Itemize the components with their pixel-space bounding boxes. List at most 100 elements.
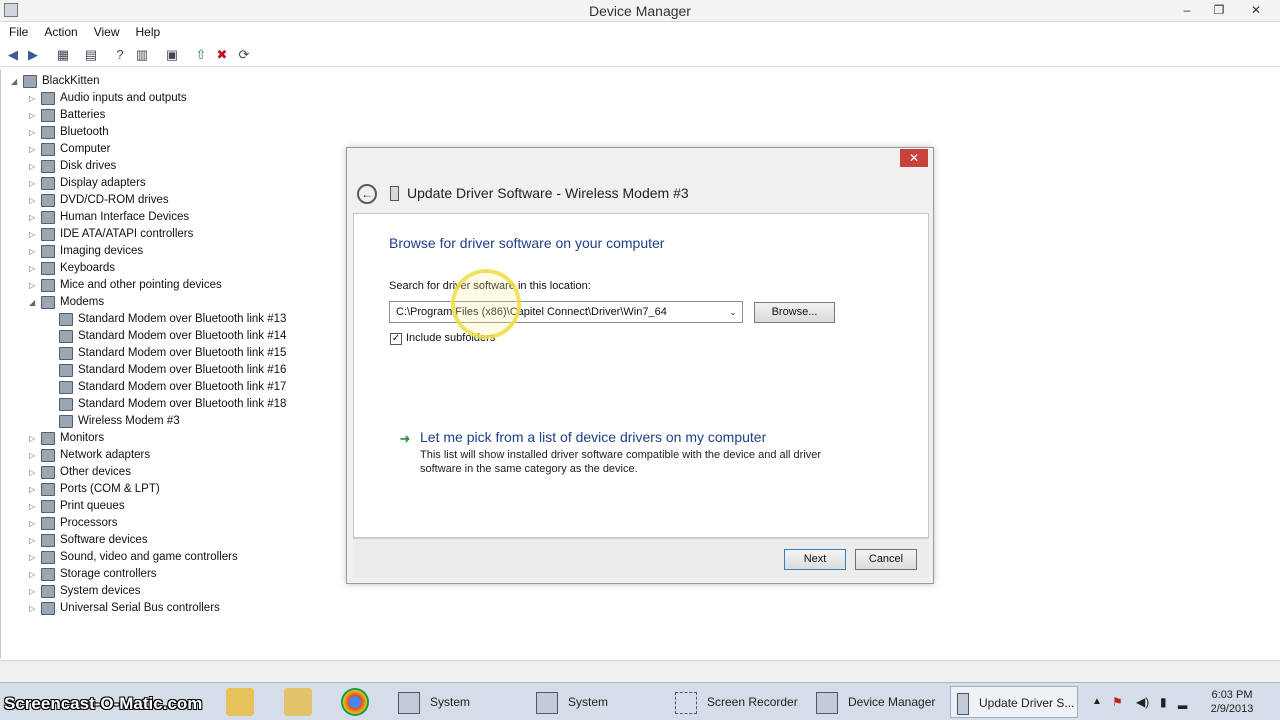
expand-arrow-icon[interactable]: ▷ [29,192,39,209]
expand-arrow-icon[interactable]: ▷ [29,277,39,294]
dialog-back-button[interactable]: ← [357,184,377,204]
maximize-button[interactable]: ❐ [1204,0,1234,20]
expand-arrow-icon[interactable]: ▷ [29,549,39,566]
forward-icon[interactable]: ▶ [25,47,41,63]
menu-file[interactable]: File [0,22,35,39]
expand-arrow-icon[interactable]: ▷ [29,243,39,260]
expand-arrow-icon[interactable]: ▷ [29,583,39,600]
device-category-icon [41,466,55,479]
browse-button[interactable]: Browse... [754,302,835,323]
network-icon[interactable]: ▂ [1178,686,1187,718]
close-button[interactable]: ✕ [1236,0,1276,20]
cancel-button[interactable]: Cancel [855,549,917,570]
back-icon[interactable]: ◀ [5,47,21,63]
tree-item-label: IDE ATA/ATAPI controllers [60,228,194,240]
expand-arrow-icon[interactable]: ▷ [29,124,39,141]
tree-item-label: Mice and other pointing devices [60,279,222,291]
collapse-arrow-icon[interactable]: ◢ [29,294,39,311]
expand-arrow-icon[interactable]: ▷ [29,175,39,192]
update-driver-task-icon [957,692,969,715]
chevron-up-icon[interactable]: ▲ [1092,686,1102,718]
task-device-manager[interactable]: Device Manager [816,686,935,718]
system-icon [398,691,420,714]
next-button[interactable]: Next [784,549,846,570]
device-category-icon [41,194,55,207]
expand-arrow-icon[interactable]: ▷ [29,90,39,107]
device-category-icon [41,177,55,190]
volume-icon[interactable]: ◀) [1136,686,1149,718]
tree-item-label: Network adapters [60,449,151,461]
expand-arrow-icon[interactable]: ▷ [29,260,39,277]
chevron-down-icon[interactable]: ⌄ [726,304,740,320]
expand-arrow-icon[interactable]: ▷ [29,158,39,175]
expand-arrow-icon[interactable]: ▷ [29,226,39,243]
tree-item-label: Imaging devices [60,245,144,257]
expand-arrow-icon[interactable]: ▷ [29,464,39,481]
chrome-pin-icon[interactable] [341,688,369,716]
collapse-arrow-icon[interactable]: ◢ [11,73,21,90]
menu-help[interactable]: Help [127,22,168,39]
menu-action[interactable]: Action [35,22,84,39]
expand-arrow-icon[interactable]: ▷ [29,481,39,498]
update-driver-dialog: ✕ ← Update Driver Software - Wireless Mo… [346,147,934,584]
device-category-icon [41,483,55,496]
explorer-pin-icon[interactable] [226,688,254,716]
expand-arrow-icon[interactable]: ▷ [29,566,39,583]
properties-icon[interactable]: ▤ [83,47,99,63]
device-category-icon [41,262,55,275]
folder-pin-icon[interactable] [284,688,312,716]
expand-arrow-icon[interactable]: ▷ [29,532,39,549]
driver-path-input[interactable]: C:\Program Files (x86)\Capitel Connect\D… [389,301,743,323]
device-category-icon [41,211,55,224]
pick-from-list-description: This list will show installed driver sof… [420,449,822,475]
tree-item-label: Standard Modem over Bluetooth link #14 [78,330,287,342]
device-category-icon [59,347,73,360]
pick-from-list-link[interactable]: Let me pick from a list of device driver… [420,429,766,445]
task-system-1[interactable]: System [398,686,470,718]
expand-arrow-icon[interactable]: ▷ [29,209,39,226]
tree-item-label: Processors [60,517,118,529]
tree-item-label: BlackKitten [42,75,100,87]
view-icon[interactable]: ▥ [134,47,150,63]
battery-icon[interactable]: ▮ [1160,686,1167,718]
tree-item-label: Keyboards [60,262,115,274]
scan-changes-icon[interactable]: ⟳ [236,47,252,63]
task-system-2[interactable]: System [536,686,608,718]
tree-item-label: System devices [60,585,141,597]
task-screen-recorder[interactable]: Screen Recorder [675,686,798,718]
dialog-close-button[interactable]: ✕ [900,149,928,167]
expand-arrow-icon[interactable]: ▷ [29,107,39,124]
device-category-icon [41,245,55,258]
expand-arrow-icon[interactable]: ▷ [29,498,39,515]
task-update-driver[interactable]: Update Driver S... [950,686,1078,718]
menu-view[interactable]: View [85,22,127,39]
minimize-button[interactable]: – [1172,0,1202,20]
expand-arrow-icon[interactable]: ▷ [29,430,39,447]
device-category-icon [59,381,73,394]
uninstall-icon[interactable]: ✖ [214,47,230,63]
taskbar-clock[interactable]: 6:03 PM 2/9/2013 [1200,688,1264,716]
expand-arrow-icon[interactable]: ▷ [29,447,39,464]
tree-item-label: Sound, video and game controllers [60,551,238,563]
expand-arrow-icon[interactable]: ▷ [29,515,39,532]
tree-item-label: Bluetooth [60,126,109,138]
device-category-icon [41,500,55,513]
device-category-icon [59,398,73,411]
show-hide-tree-icon[interactable]: ▦ [55,47,71,63]
window-titlebar: Device Manager – ❐ ✕ [0,0,1280,22]
include-subfolders-checkbox[interactable]: ✓ [390,333,402,345]
green-arrow-icon: ➜ [399,431,411,446]
tree-item-label: Software devices [60,534,148,546]
expand-arrow-icon[interactable]: ▷ [29,141,39,158]
tree-item-label: Standard Modem over Bluetooth link #17 [78,381,287,393]
tree-item-label: Ports (COM & LPT) [60,483,160,495]
tree-item-label: Print queues [60,500,125,512]
help-icon[interactable]: ? [112,47,128,63]
computer-icon[interactable]: ▣ [164,47,180,63]
expand-arrow-icon[interactable]: ▷ [29,600,39,617]
flag-icon[interactable]: ⚑ [1112,686,1123,718]
device-icon [390,186,399,201]
include-subfolders-label[interactable]: Include subfolders [406,332,495,344]
tree-item-label: Standard Modem over Bluetooth link #16 [78,364,287,376]
update-driver-icon[interactable]: ⇧ [193,47,209,63]
